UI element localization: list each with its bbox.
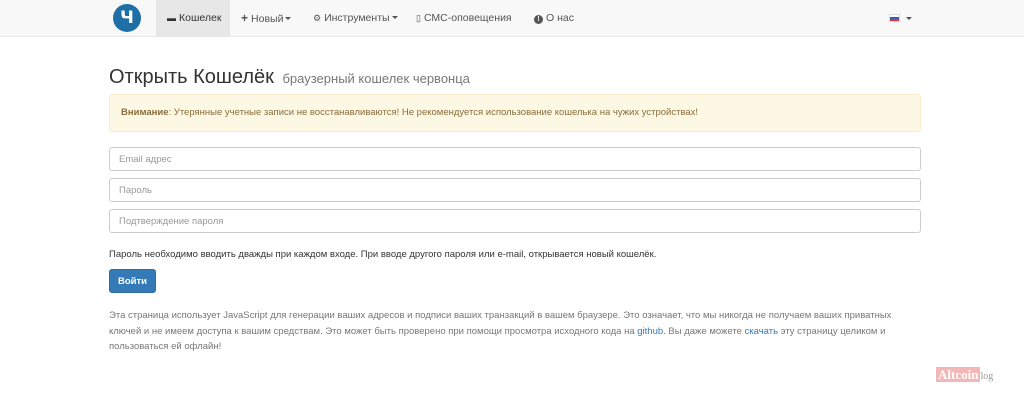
nav-item-tools[interactable]: ⚙ Инструменты (313, 0, 398, 36)
info-text-part2: . Вы даже можете (663, 325, 745, 337)
password-hint: Пароль необходимо вводить дважды при каж… (109, 249, 657, 260)
wallet-icon: ▬ (167, 13, 176, 23)
page-title: Открыть Кошелёк браузерный кошелек черво… (109, 66, 470, 89)
plus-icon: + (241, 11, 249, 25)
page-title-text: Открыть Кошелёк (109, 66, 274, 88)
language-chevron-down-icon[interactable] (906, 17, 912, 20)
nav-item-wallet[interactable]: ▬ Кошелек (156, 0, 230, 36)
nav-item-sms[interactable]: ▯ СМС-оповещения (416, 0, 512, 36)
chevron-down-icon (391, 16, 398, 19)
watermark-brand: Altcoin (936, 367, 981, 382)
phone-icon: ▯ (416, 13, 421, 23)
info-text: Эта страница использует JavaScript для г… (109, 308, 909, 355)
nav-item-about[interactable]: ! О нас (534, 0, 574, 36)
chevron-down-icon (285, 17, 292, 20)
password-field[interactable] (109, 178, 921, 202)
alert-text: : Утерянные учетные записи не восстанавл… (168, 107, 699, 118)
nav-item-label: Кошелек (179, 12, 222, 24)
github-link[interactable]: github (637, 326, 663, 337)
nav-item-label: О нас (546, 12, 574, 24)
page-subtitle: браузерный кошелек червонца (282, 71, 470, 86)
alert-strong: Внимание (121, 107, 169, 118)
nav-item-label: Инструменты (324, 12, 390, 24)
login-button[interactable]: Войти (109, 269, 156, 293)
info-icon: ! (534, 15, 543, 24)
gear-icon: ⚙ (313, 13, 322, 23)
ru-flag-icon[interactable] (889, 14, 900, 22)
nav-item-label: СМС-оповещения (423, 12, 512, 24)
warning-alert: Внимание: Утерянные учетные записи не во… (109, 94, 921, 132)
nav-item-label: Новый (251, 13, 284, 25)
download-link[interactable]: скачать (745, 326, 779, 337)
watermark-suffix: log (980, 371, 994, 382)
top-navbar: Ч ▬ Кошелек + Новый ⚙ Инструменты ▯ СМС-опов… (0, 0, 1024, 37)
email-field[interactable] (109, 147, 921, 171)
nav-item-new[interactable]: + Новый (241, 0, 292, 36)
confirm-password-field[interactable] (109, 209, 921, 233)
watermark-logo: Altcoin log (936, 367, 993, 383)
logo-icon[interactable]: Ч (113, 4, 141, 32)
